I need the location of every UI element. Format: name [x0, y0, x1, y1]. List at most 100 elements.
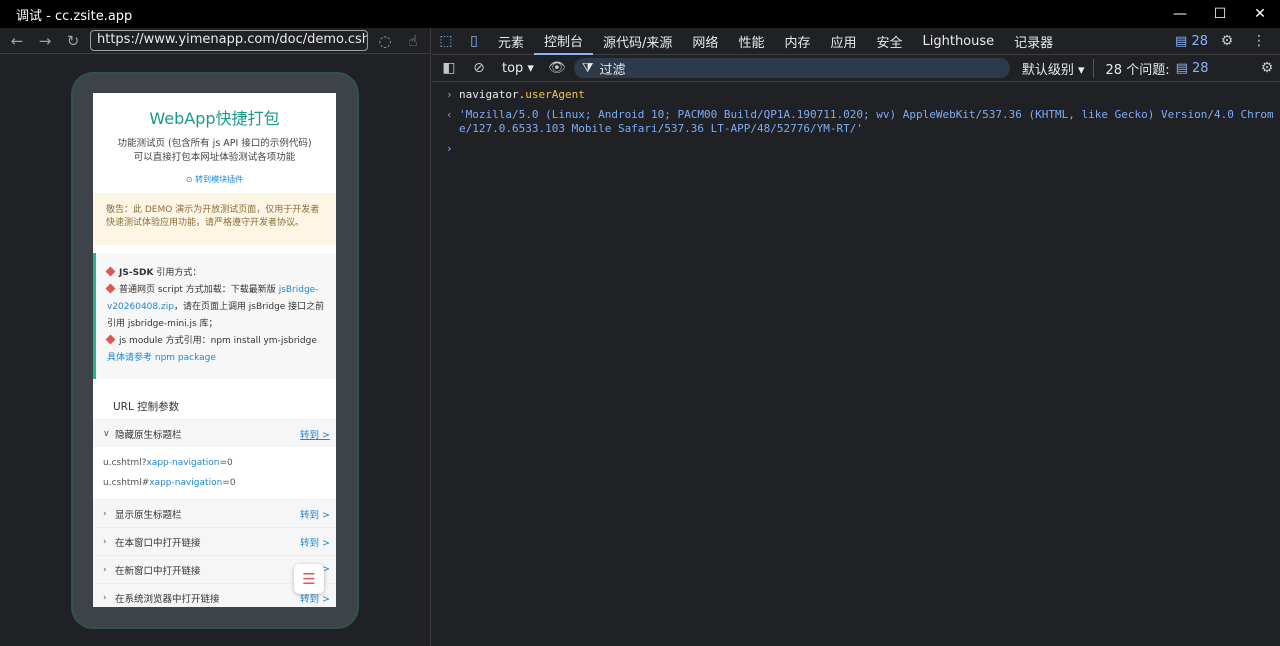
- chevron-down-icon: ∨: [103, 428, 110, 439]
- console-expression: navigator.: [459, 88, 526, 101]
- filter-input[interactable]: ⧩ 过滤: [573, 58, 1010, 78]
- eye-icon[interactable]: 👁: [544, 57, 570, 79]
- npm-package-link[interactable]: 具体请参考 npm package: [107, 353, 216, 363]
- sdk-line2-text: 普通网页 script 方式加载：下载最新版: [119, 285, 276, 295]
- filter-icon: ⧩: [581, 60, 594, 76]
- param-example-2: u.cshtml#xapp-navigation=0: [103, 473, 326, 493]
- inspect-icon[interactable]: ⬚: [432, 33, 460, 49]
- param-name: xapp-navigation: [146, 458, 220, 468]
- more-icon[interactable]: ⋮: [1246, 30, 1272, 52]
- sdk-line3-text: js module 方式引用：npm install ym-jsbridge: [119, 336, 317, 346]
- param-prefix: u.cshtml#: [103, 478, 150, 488]
- goto-link[interactable]: 转到 >: [300, 535, 330, 549]
- tab-network[interactable]: 网络: [682, 28, 728, 55]
- chevron-right-icon: ›: [103, 592, 107, 603]
- goto-link[interactable]: 转到 >: [300, 427, 330, 441]
- issues-count-value: 28: [1192, 60, 1209, 76]
- close-button[interactable]: ✕: [1240, 0, 1280, 28]
- sdk-title-rest: 引用方式：: [156, 268, 202, 278]
- dropdown-icon: ▾: [527, 60, 534, 76]
- app-subtitle-line2: 可以直接打包本网址体验测试各项功能: [133, 152, 296, 163]
- tab-lighthouse[interactable]: Lighthouse: [913, 28, 1005, 55]
- sdk-line-2: 普通网页 script 方式加载：下载最新版 jsBridge-v2026040…: [105, 282, 326, 333]
- app-subtitle-line1: 功能测试页 (包含所有 js API 接口的示例代码): [117, 138, 312, 149]
- devtools-panel: ⬚ ▯ 元素 控制台 源代码/来源 网络 性能 内存 应用 安全 Lightho…: [432, 28, 1280, 646]
- menu-fab[interactable]: ☰: [294, 564, 324, 594]
- accordion-label: 在新窗口中打开链接: [115, 565, 201, 577]
- plugin-link[interactable]: ⊙ 转到模块插件: [93, 174, 336, 185]
- accordion-item-open-same-window[interactable]: › 在本窗口中打开链接 转到 >: [93, 527, 336, 555]
- chevron-right-icon: ›: [103, 564, 107, 575]
- console-result-line: ‹ 'Mozilla/5.0 (Linux; Android 10; PACM0…: [446, 108, 1274, 136]
- plugin-link-label: 转到模块插件: [195, 175, 244, 184]
- app-subtitle: 功能测试页 (包含所有 js API 接口的示例代码) 可以直接打包本网址体验测…: [93, 137, 336, 165]
- address-bar: ← → ↻ https://www.yimenapp.com/doc/demo.…: [0, 28, 430, 54]
- tab-application[interactable]: 应用: [820, 28, 866, 55]
- issues-label: 28 个问题:: [1105, 62, 1170, 78]
- console-settings-icon[interactable]: ⚙: [1254, 57, 1280, 79]
- result-caret-icon: ‹: [446, 108, 453, 121]
- accordion-label: 显示原生标题栏: [115, 509, 182, 521]
- issues-counter[interactable]: 28 个问题: ▤ 28: [1098, 59, 1209, 78]
- phone-frame: WebApp快捷打包 功能测试页 (包含所有 js API 接口的示例代码) 可…: [71, 72, 359, 629]
- console-prompt[interactable]: ›: [446, 142, 1274, 156]
- chevron-right-icon: ›: [103, 536, 107, 547]
- tab-performance[interactable]: 性能: [728, 28, 774, 55]
- device-pane: ← → ↻ https://www.yimenapp.com/doc/demo.…: [0, 28, 431, 646]
- tab-elements[interactable]: 元素: [488, 28, 534, 55]
- console-result[interactable]: 'Mozilla/5.0 (Linux; Android 10; PACM00 …: [459, 108, 1274, 136]
- issues-badge[interactable]: ▤ 28: [1175, 34, 1208, 49]
- diamond-icon: [105, 334, 116, 345]
- param-value: =0: [219, 458, 233, 468]
- console-toolbar: ◧ ⊘ top ▾ 👁 ⧩ 过滤 默认级别 ▾ 28 个问题: ▤ 28 ⚙: [432, 55, 1280, 82]
- maximize-button[interactable]: ☐: [1200, 0, 1240, 28]
- tabbar-right: ▤ 28 ⚙ ⋮: [1175, 30, 1280, 52]
- warning-box: 敬告：此 DEMO 演示为开放测试页面，仅用于开发者快速测试体验应用功能，请严格…: [93, 193, 336, 245]
- chevron-right-icon: ›: [103, 508, 107, 519]
- accordion-item-show-titlebar[interactable]: › 显示原生标题栏 转到 >: [93, 499, 336, 527]
- context-value: top: [502, 60, 524, 76]
- goto-link[interactable]: 转到 >: [300, 507, 330, 521]
- console-output: › navigator.userAgent ‹ 'Mozilla/5.0 (Li…: [432, 82, 1280, 156]
- diamond-icon: [105, 283, 116, 294]
- url-input[interactable]: https://www.yimenapp.com/doc/demo.cshtml: [90, 30, 368, 51]
- window-title: 调试 - cc.zsite.app: [16, 8, 133, 24]
- diamond-icon: [105, 266, 116, 277]
- device-toggle-icon[interactable]: ▯: [460, 33, 488, 49]
- tab-recorder[interactable]: 记录器: [1004, 28, 1063, 55]
- context-selector[interactable]: top ▾: [496, 61, 540, 76]
- clear-console-icon[interactable]: ⊘: [466, 57, 492, 79]
- param-value: =0: [222, 478, 236, 488]
- param-example-1: u.cshtml?xapp-navigation=0: [103, 453, 326, 473]
- mouse-icon[interactable]: ◌: [374, 30, 396, 52]
- gear-icon[interactable]: ⚙: [1214, 30, 1240, 52]
- sdk-line-3: js module 方式引用：npm install ym-jsbridge 具…: [105, 333, 326, 367]
- tab-security[interactable]: 安全: [866, 28, 912, 55]
- back-icon[interactable]: ←: [6, 30, 28, 52]
- accordion-body: u.cshtml?xapp-navigation=0 u.cshtml#xapp…: [93, 447, 336, 499]
- phone-screen: WebApp快捷打包 功能测试页 (包含所有 js API 接口的示例代码) 可…: [93, 93, 336, 607]
- app-title: WebApp快捷打包: [149, 109, 280, 128]
- reload-icon[interactable]: ↻: [62, 30, 84, 52]
- console-input-line: › navigator.userAgent: [446, 88, 1274, 102]
- tab-sources[interactable]: 源代码/来源: [593, 28, 682, 55]
- forward-icon[interactable]: →: [34, 30, 56, 52]
- input-caret-icon: ›: [446, 88, 453, 101]
- prompt-caret-icon: ›: [446, 142, 453, 155]
- minimize-button[interactable]: —: [1160, 0, 1200, 28]
- devtools-tabbar: ⬚ ▯ 元素 控制台 源代码/来源 网络 性能 内存 应用 安全 Lightho…: [432, 28, 1280, 55]
- accordion-label: 在系统浏览器中打开链接: [115, 593, 220, 605]
- touch-icon[interactable]: ☝: [402, 30, 424, 52]
- tab-memory[interactable]: 内存: [774, 28, 820, 55]
- issues-count: ▤ 28: [1175, 60, 1209, 76]
- param-prefix: u.cshtml?: [103, 458, 147, 468]
- tab-console[interactable]: 控制台: [534, 28, 594, 55]
- log-levels-dropdown[interactable]: 默认级别 ▾: [1022, 58, 1094, 78]
- section-title: URL 控制参数: [113, 401, 180, 413]
- issues-badge-count: 28: [1191, 33, 1208, 49]
- console-property: userAgent: [525, 88, 585, 101]
- sidebar-toggle-icon[interactable]: ◧: [436, 57, 462, 79]
- param-name: xapp-navigation: [149, 478, 223, 488]
- sdk-title: JS-SDK: [119, 268, 154, 278]
- accordion-item-hide-titlebar[interactable]: ∨ 隐藏原生标题栏 转到 >: [93, 419, 336, 447]
